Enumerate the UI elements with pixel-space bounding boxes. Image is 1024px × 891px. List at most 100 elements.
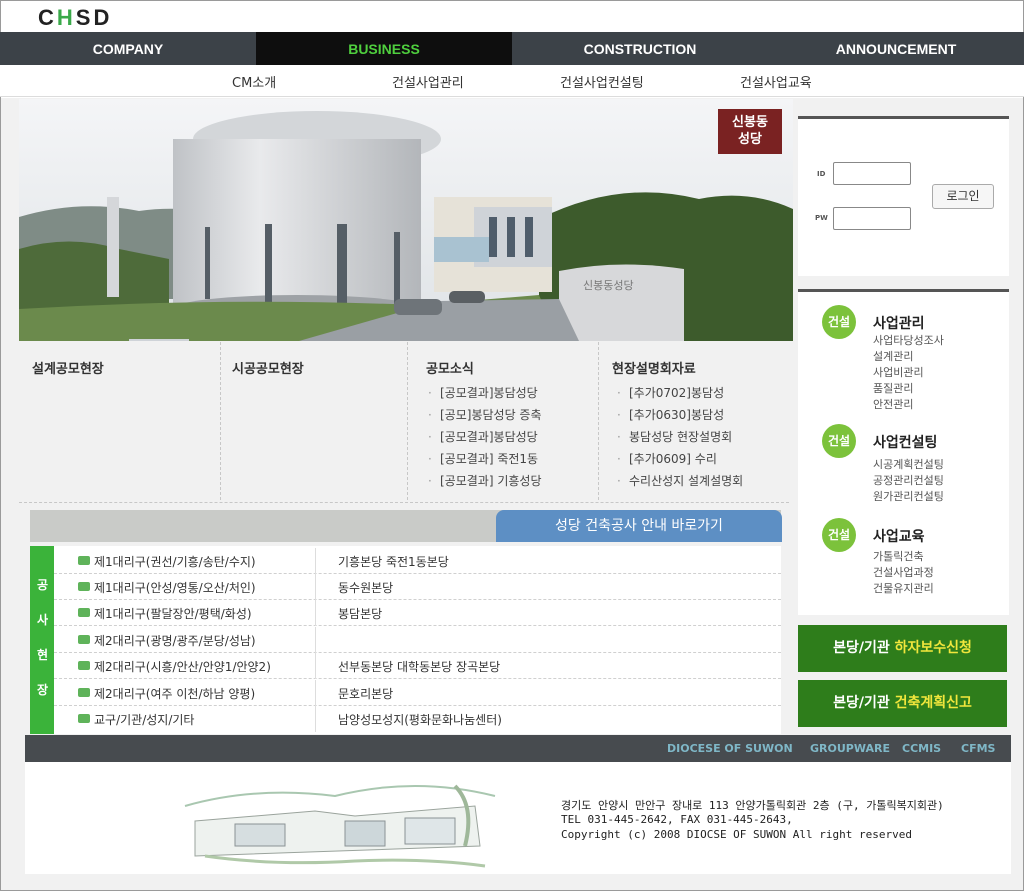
list-item[interactable]: [추가0702]봉담성 [629, 382, 743, 404]
pw-label: PW [815, 214, 828, 222]
section-badge: 건설 [822, 305, 856, 339]
footer: 경기도 안양시 만안구 장내로 113 안양가톨릭회관 2층 (구, 가톨릭복지… [25, 762, 1011, 874]
list-item[interactable]: 봉담성당 현장설명회 [629, 426, 743, 448]
parish-list[interactable]: 남양성모성지(평화문화나눔센터) [338, 711, 502, 728]
footer-link-diocese[interactable]: DIOCESE OF SUWON [667, 742, 793, 755]
list-item[interactable]: [공모]봉담성당 증축 [440, 404, 542, 426]
briefing-list: [추가0702]봉담성 [추가0630]봉담성 봉담성당 현장설명회 [추가06… [629, 382, 743, 492]
district-name[interactable]: 제2대리구(여주 이천/하남 양평) [94, 685, 255, 702]
section-divider [19, 502, 789, 503]
building-plan-button[interactable]: 본당/기관 건축계획신고 [798, 680, 1007, 727]
table-row: 제2대리구(시흥/안산/안양1/안양2) 선부동본당 대학동본당 장곡본당 [54, 653, 781, 679]
column-title[interactable]: 설계공모현장 [32, 358, 104, 377]
link-quality-management[interactable]: 품질관리 [873, 381, 944, 397]
construction-site-label: 공 사 현 장 [30, 546, 54, 734]
link-design-management[interactable]: 설계관리 [873, 349, 944, 365]
table-row: 제1대리구(팔달장안/평택/화성) 봉담본당 [54, 600, 781, 626]
mail-icon [78, 556, 90, 565]
list-item[interactable]: [공모결과]봉담성당 [440, 382, 542, 404]
list-item[interactable]: [공모결과] 죽전1동 [440, 448, 542, 470]
parish-list[interactable]: 기흥본당 죽전1동본당 [338, 553, 449, 570]
link-construction-planning[interactable]: 시공계획컨설팅 [873, 457, 944, 473]
list-item[interactable]: [공모결과] 기흥성당 [440, 470, 542, 492]
district-name[interactable]: 제1대리구(팔달장안/평택/화성) [94, 605, 252, 622]
footer-link-groupware[interactable]: GROUPWARE [810, 742, 890, 755]
defect-repair-button[interactable]: 본당/기관 하자보수신청 [798, 625, 1007, 672]
footer-link-ccmis[interactable]: CCMIS [902, 742, 941, 755]
id-input[interactable] [833, 162, 911, 185]
column-briefing-materials: 현장설명회자료 [추가0702]봉담성 [추가0630]봉담성 봉담성당 현장설… [612, 342, 790, 502]
building-sketch [184, 784, 496, 868]
nav-construction[interactable]: CONSTRUCTION [512, 32, 768, 65]
column-divider [220, 342, 221, 500]
column-title[interactable]: 시공공모현장 [232, 358, 304, 377]
top-nav: COMPANY BUSINESS CONSTRUCTION ANNOUNCEME… [0, 32, 1024, 65]
district-name[interactable]: 제1대리구(권선/기흥/송탄/수지) [94, 553, 256, 570]
link-safety-management[interactable]: 안전관리 [873, 397, 944, 413]
hero-image: 신봉동성당 [19, 99, 793, 341]
column-competition-news: 공모소식 [공모결과]봉담성당 [공모]봉담성당 증축 [공모결과]봉담성당 [… [426, 342, 596, 502]
subnav-construction-education[interactable]: 건설사업교육 [740, 72, 812, 91]
list-item[interactable]: [추가0630]봉담성 [629, 404, 743, 426]
footer-link-bar: DIOCESE OF SUWON GROUPWARE CCMIS CFMS [25, 735, 1011, 762]
table-row: 제2대리구(여주 이천/하남 양평) 문호리본당 [54, 680, 781, 706]
nav-announcement[interactable]: ANNOUNCEMENT [768, 32, 1024, 65]
subnav-construction-management[interactable]: 건설사업관리 [392, 72, 464, 91]
mail-icon [78, 688, 90, 697]
list-item[interactable]: [공모결과]봉담성당 [440, 426, 542, 448]
column-divider [598, 342, 599, 500]
district-name[interactable]: 제2대리구(시흥/안산/안양1/안양2) [94, 658, 271, 675]
column-divider [407, 342, 408, 500]
table-row: 교구/기관/성지/기타 남양성모성지(평화문화나눔센터) [54, 706, 781, 732]
nav-business[interactable]: BUSINESS [256, 32, 512, 65]
subnav-construction-consulting[interactable]: 건설사업컨설팅 [560, 72, 644, 91]
section-badge: 건설 [822, 424, 856, 458]
list-item[interactable]: 수리산성지 설계설명회 [629, 470, 743, 492]
section-links: 시공계획컨설팅 공정관리컨설팅 원가관리컨설팅 [873, 457, 944, 505]
mail-icon [78, 635, 90, 644]
district-name[interactable]: 제1대리구(안성/영통/오산/처인) [94, 579, 256, 596]
section-title-consulting[interactable]: 사업컨설팅 [873, 432, 937, 452]
mail-icon [78, 714, 90, 723]
district-name[interactable]: 제2대리구(광명/광주/분당/성남) [94, 632, 256, 649]
sub-nav: CM소개 건설사업관리 건설사업컨설팅 건설사업교육 [0, 65, 1024, 97]
section-title-education[interactable]: 사업교육 [873, 526, 925, 546]
section-title-management[interactable]: 사업관리 [873, 313, 925, 333]
mail-icon [78, 661, 90, 670]
mail-icon [78, 582, 90, 591]
district-name[interactable]: 교구/기관/성지/기타 [94, 711, 194, 728]
pw-input[interactable] [833, 207, 911, 230]
column-title[interactable]: 현장설명회자료 [612, 358, 696, 377]
table-row: 제1대리구(안성/영통/오산/처인) 동수원본당 [54, 574, 781, 600]
footer-address: 경기도 안양시 만안구 장내로 113 안양가톨릭회관 2층 (구, 가톨릭복지… [561, 799, 944, 812]
parish-list[interactable]: 선부동본당 대학동본당 장곡본당 [338, 658, 500, 675]
link-cost-management[interactable]: 사업비관리 [873, 365, 944, 381]
section-links: 사업타당성조사 설계관리 사업비관리 품질관리 안전관리 [873, 333, 944, 413]
link-cost-consulting[interactable]: 원가관리컨설팅 [873, 489, 944, 505]
subnav-cm-intro[interactable]: CM소개 [232, 72, 276, 91]
nav-company[interactable]: COMPANY [0, 32, 256, 65]
table-row: 제2대리구(광명/광주/분당/성남) [54, 627, 781, 653]
site-logo[interactable]: CHSD [38, 5, 112, 31]
column-design-competition: 설계공모현장 [32, 342, 218, 502]
section-links: 가톨릭건축 건설사업과정 건물유지관리 [873, 549, 934, 597]
parish-list[interactable]: 문호리본당 [338, 685, 393, 702]
link-schedule-management[interactable]: 공정관리컨설팅 [873, 473, 944, 489]
login-button[interactable]: 로그인 [932, 184, 994, 209]
parish-list[interactable]: 봉담본당 [338, 605, 382, 622]
building-sign: 신봉동성당 [583, 279, 634, 292]
mail-icon [78, 608, 90, 617]
news-list: [공모결과]봉담성당 [공모]봉담성당 증축 [공모결과]봉담성당 [공모결과]… [440, 382, 542, 492]
church-construction-guide-button[interactable]: 성당 건축공사 안내 바로가기 [496, 510, 782, 542]
footer-link-cfms[interactable]: CFMS [961, 742, 995, 755]
list-item[interactable]: [추가0609] 수리 [629, 448, 743, 470]
table-row: 제1대리구(권선/기흥/송탄/수지) 기흥본당 죽전1동본당 [54, 548, 781, 574]
id-label: ID [817, 170, 826, 178]
parish-list[interactable]: 동수원본당 [338, 579, 393, 596]
column-title[interactable]: 공모소식 [426, 358, 474, 377]
link-building-maintenance[interactable]: 건물유지관리 [873, 581, 934, 597]
link-construction-course[interactable]: 건설사업과정 [873, 565, 934, 581]
link-catholic-architecture[interactable]: 가톨릭건축 [873, 549, 934, 565]
link-feasibility[interactable]: 사업타당성조사 [873, 333, 944, 349]
footer-copyright: Copyright (c) 2008 DIOCSE OF SUWON All r… [561, 828, 912, 841]
